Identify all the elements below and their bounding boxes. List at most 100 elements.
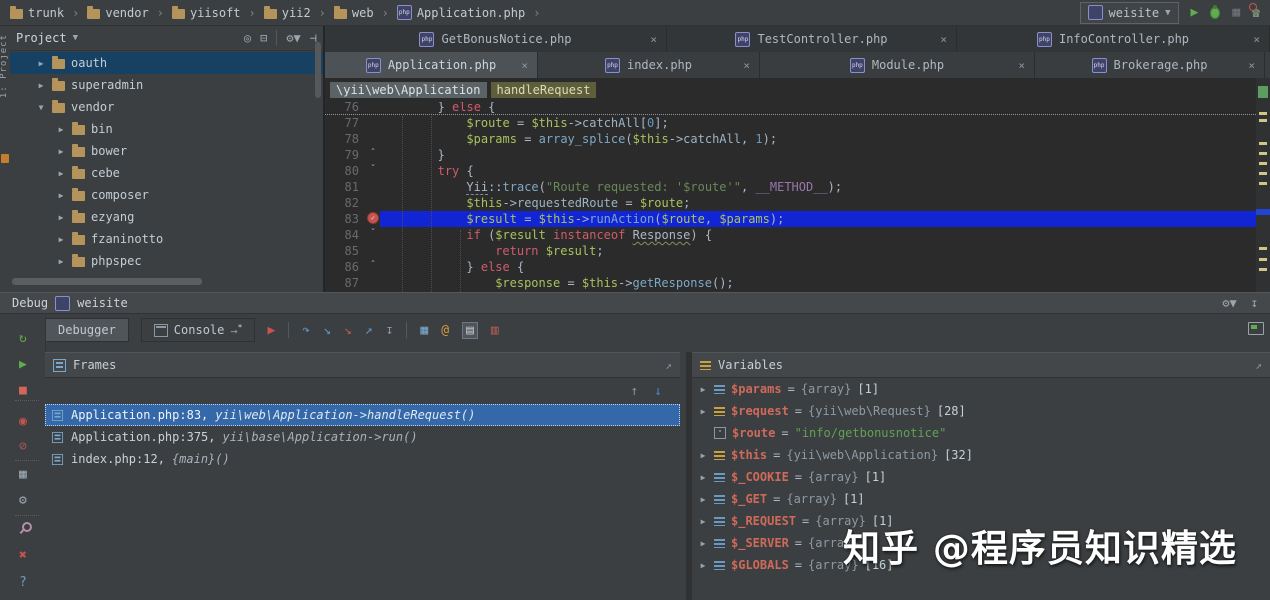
stop-icon[interactable]: ■: [19, 384, 27, 397]
fold-gutter[interactable]: [366, 243, 380, 259]
tree-item-bin[interactable]: ▶bin: [10, 118, 323, 140]
listen-php-debug-button[interactable]: ☎: [1252, 6, 1260, 20]
run-to-cursor-icon[interactable]: ↧: [386, 324, 394, 337]
close-icon[interactable]: ×: [1248, 59, 1255, 72]
chevron-right-icon[interactable]: ▶: [56, 213, 66, 222]
grid-icon[interactable]: ▦: [420, 324, 428, 337]
gear-icon[interactable]: ⚙▼: [1222, 296, 1236, 310]
chevron-right-icon[interactable]: ▶: [698, 495, 708, 504]
tree-item-fzaninotto[interactable]: ▶fzaninotto: [10, 228, 323, 250]
previous-frame-icon[interactable]: ↑: [630, 384, 638, 399]
fold-gutter[interactable]: ˆ: [366, 259, 380, 275]
run-configuration-select[interactable]: weisite ▼: [1080, 2, 1179, 24]
chevron-right-icon[interactable]: ▶: [698, 451, 708, 460]
chevron-right-icon[interactable]: ▶: [56, 147, 66, 156]
chevron-down-icon[interactable]: ▼: [36, 103, 46, 112]
breakpoint-mark[interactable]: [1256, 209, 1270, 215]
frame-row[interactable]: index.php:12, {main}(): [45, 448, 680, 470]
project-view-select[interactable]: Project ▼: [16, 31, 78, 45]
debug-button[interactable]: [1210, 7, 1220, 19]
chevron-right-icon[interactable]: ▶: [56, 257, 66, 266]
fold-gutter[interactable]: [366, 179, 380, 195]
code-editor[interactable]: 76ˇ} else {77$route = $this->catchAll[0]…: [325, 102, 1256, 292]
breadcrumb-item[interactable]: yii2: [264, 6, 311, 20]
step-over-icon[interactable]: ↷: [302, 324, 310, 337]
step-out-icon[interactable]: ↗: [365, 324, 373, 337]
breakpoint-icon[interactable]: ✓: [367, 212, 379, 224]
warning-mark[interactable]: [1259, 112, 1267, 115]
pin-icon[interactable]: [19, 522, 30, 534]
fold-gutter[interactable]: [366, 195, 380, 211]
variable-row-$params[interactable]: ▶$params = {array} [1]: [692, 378, 1270, 400]
warning-mark[interactable]: [1259, 247, 1267, 250]
tab-console[interactable]: Console →*: [141, 318, 256, 342]
breadcrumb-item[interactable]: trunk: [10, 6, 64, 20]
force-step-into-icon[interactable]: ↘: [344, 324, 352, 337]
tree-item-cebe[interactable]: ▶cebe: [10, 162, 323, 184]
editor-tab-TestController.php[interactable]: phpTestController.php×: [667, 26, 957, 52]
warning-mark[interactable]: [1259, 172, 1267, 175]
close-icon[interactable]: ×: [1018, 59, 1025, 72]
close-icon[interactable]: ×: [743, 59, 750, 72]
next-frame-icon[interactable]: ↓: [654, 384, 662, 399]
step-into-icon[interactable]: ↘: [323, 324, 331, 337]
chevron-right-icon[interactable]: ▶: [56, 169, 66, 178]
warning-mark[interactable]: [1259, 182, 1267, 185]
chevron-right-icon[interactable]: ▶: [56, 125, 66, 134]
editor-tab-Application.php[interactable]: phpApplication.php×: [325, 52, 538, 78]
frame-row[interactable]: Application.php:375, yii\base\Applicatio…: [45, 426, 680, 448]
locate-icon[interactable]: ◎: [244, 32, 251, 44]
gear-dd-icon[interactable]: ⚙▼: [286, 32, 300, 44]
warning-mark[interactable]: [1259, 152, 1267, 155]
fold-gutter[interactable]: ˆ: [366, 147, 380, 163]
variable-row-$request[interactable]: ▶$request = {yii\web\Request} [28]: [692, 400, 1270, 422]
chevron-right-icon[interactable]: ▶: [698, 517, 708, 526]
rerun-icon[interactable]: ↻: [19, 332, 27, 345]
editor-tab-index.php[interactable]: phpindex.php×: [538, 52, 760, 78]
context-class-chip[interactable]: \yii\web\Application: [330, 82, 487, 98]
thread-dump-icon[interactable]: ▥: [491, 324, 499, 337]
resume-icon[interactable]: ▶: [19, 358, 27, 371]
fold-gutter[interactable]: ˇ: [366, 163, 380, 179]
evaluate-at-icon[interactable]: @: [441, 324, 449, 337]
tree-item-ezyang[interactable]: ▶ezyang: [10, 206, 323, 228]
warning-mark[interactable]: [1259, 162, 1267, 165]
hide-panel-icon[interactable]: ↧: [1251, 296, 1258, 310]
breadcrumb-item[interactable]: yiisoft: [172, 6, 241, 20]
filter-icon[interactable]: ▤: [462, 322, 478, 339]
variable-row-$this[interactable]: ▶$this = {yii\web\Application} [32]: [692, 444, 1270, 466]
chevron-right-icon[interactable]: ▶: [698, 385, 708, 394]
fold-gutter[interactable]: [366, 115, 380, 131]
variable-row-$_COOKIE[interactable]: ▶$_COOKIE = {array} [1]: [692, 466, 1270, 488]
editor-tab-Brokerage.php[interactable]: phpBrokerage.php×: [1035, 52, 1265, 78]
close-icon[interactable]: ×: [1253, 33, 1260, 46]
run-button[interactable]: ▶: [1191, 6, 1199, 19]
tree-item-vendor[interactable]: ▼vendor: [10, 96, 323, 118]
warning-mark[interactable]: [1259, 268, 1267, 271]
chevron-right-icon[interactable]: ▶: [698, 561, 708, 570]
chevron-right-icon[interactable]: ▶: [698, 539, 708, 548]
fold-gutter[interactable]: [366, 275, 380, 291]
variable-row-$route[interactable]: "$route = "info/getbonusnotice": [692, 422, 1270, 444]
warning-mark[interactable]: [1259, 258, 1267, 261]
editor-tab-InfoController.php[interactable]: phpInfoController.php×: [957, 26, 1270, 52]
restore-layout-icon[interactable]: ▦: [19, 468, 27, 481]
chevron-right-icon[interactable]: ▶: [698, 407, 708, 416]
variable-row-$_GET[interactable]: ▶$_GET = {array} [1]: [692, 488, 1270, 510]
view-breakpoints-icon[interactable]: ◉: [19, 415, 27, 428]
chevron-right-icon[interactable]: ▶: [56, 235, 66, 244]
fold-gutter[interactable]: [366, 131, 380, 147]
expand-corner-icon[interactable]: ↗: [1255, 359, 1262, 372]
horizontal-scrollbar[interactable]: [12, 278, 202, 285]
tree-item-superadmin[interactable]: ▶superadmin: [10, 74, 323, 96]
show-execution-point-icon[interactable]: ▶: [267, 324, 275, 337]
editor-tab-Module.php[interactable]: phpModule.php×: [760, 52, 1035, 78]
chevron-right-icon[interactable]: ▶: [56, 191, 66, 200]
error-stripe[interactable]: [1256, 78, 1270, 292]
chevron-right-icon[interactable]: ▶: [698, 473, 708, 482]
warning-mark[interactable]: [1259, 142, 1267, 145]
chevron-right-icon[interactable]: ▶: [36, 81, 46, 90]
collapse-all-icon[interactable]: ⊟: [260, 32, 267, 44]
warning-mark[interactable]: [1259, 119, 1267, 122]
context-method-chip[interactable]: handleRequest: [491, 82, 597, 98]
